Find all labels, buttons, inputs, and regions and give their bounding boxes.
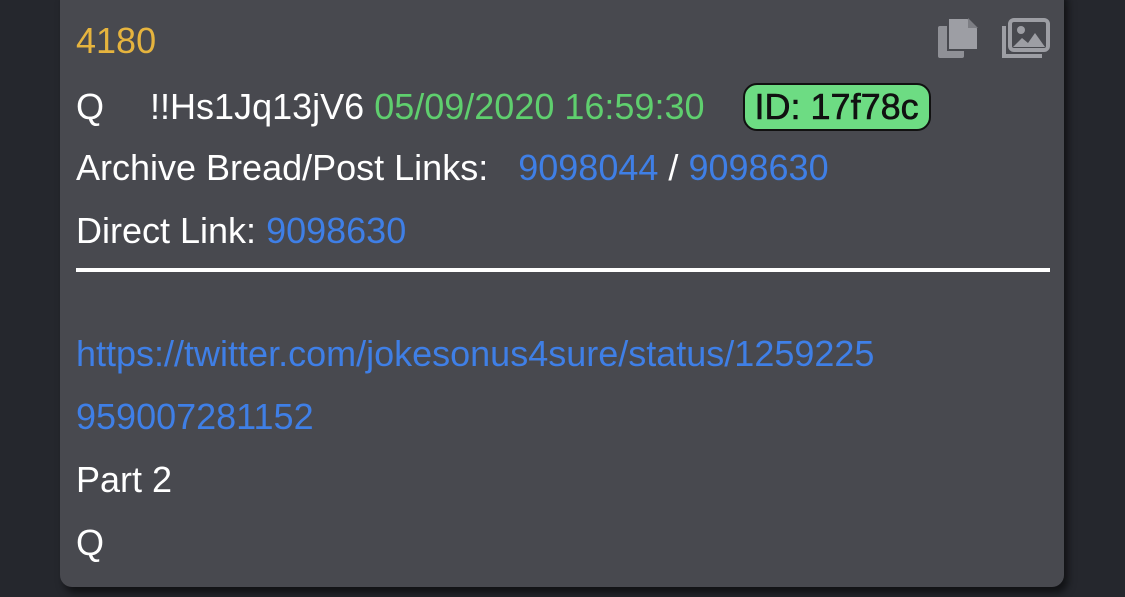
body-text-part: Part 2 [76, 459, 173, 500]
twitter-url-link-continued[interactable]: 959007281152 [76, 396, 314, 437]
post-datetime: 05/09/2020 16:59:30 [374, 86, 705, 127]
post-card: 4180 Q !!Hs1Jq13jV6 05/09/2020 16:59:30 … [60, 0, 1064, 587]
archive-bread-link[interactable]: 9098044 [518, 147, 658, 188]
body-signature: Q [76, 522, 105, 563]
archive-links-row: Archive Bread/Post Links: 9098044 / 9098… [76, 146, 829, 190]
direct-link[interactable]: 9098630 [266, 210, 406, 251]
post-number: 4180 [76, 20, 157, 61]
copy-icon[interactable] [934, 16, 982, 60]
direct-label: Direct Link: [76, 210, 257, 251]
author-name: Q [76, 86, 105, 127]
archive-post-link[interactable]: 9098630 [688, 147, 828, 188]
archive-label: Archive Bread/Post Links: [76, 147, 489, 188]
tripcode: !!Hs1Jq13jV6 [150, 86, 365, 127]
archive-separator: / [668, 147, 679, 188]
id-badge[interactable]: ID: 17f78c [742, 83, 931, 131]
post-header: Q !!Hs1Jq13jV6 05/09/2020 16:59:30 ID: 1… [76, 83, 931, 131]
divider [76, 268, 1050, 272]
direct-link-row: Direct Link: 9098630 [76, 209, 406, 253]
post-actions [934, 16, 1050, 60]
twitter-url-link[interactable]: https://twitter.com/jokesonus4sure/statu… [76, 333, 874, 374]
images-icon[interactable] [1002, 16, 1050, 60]
